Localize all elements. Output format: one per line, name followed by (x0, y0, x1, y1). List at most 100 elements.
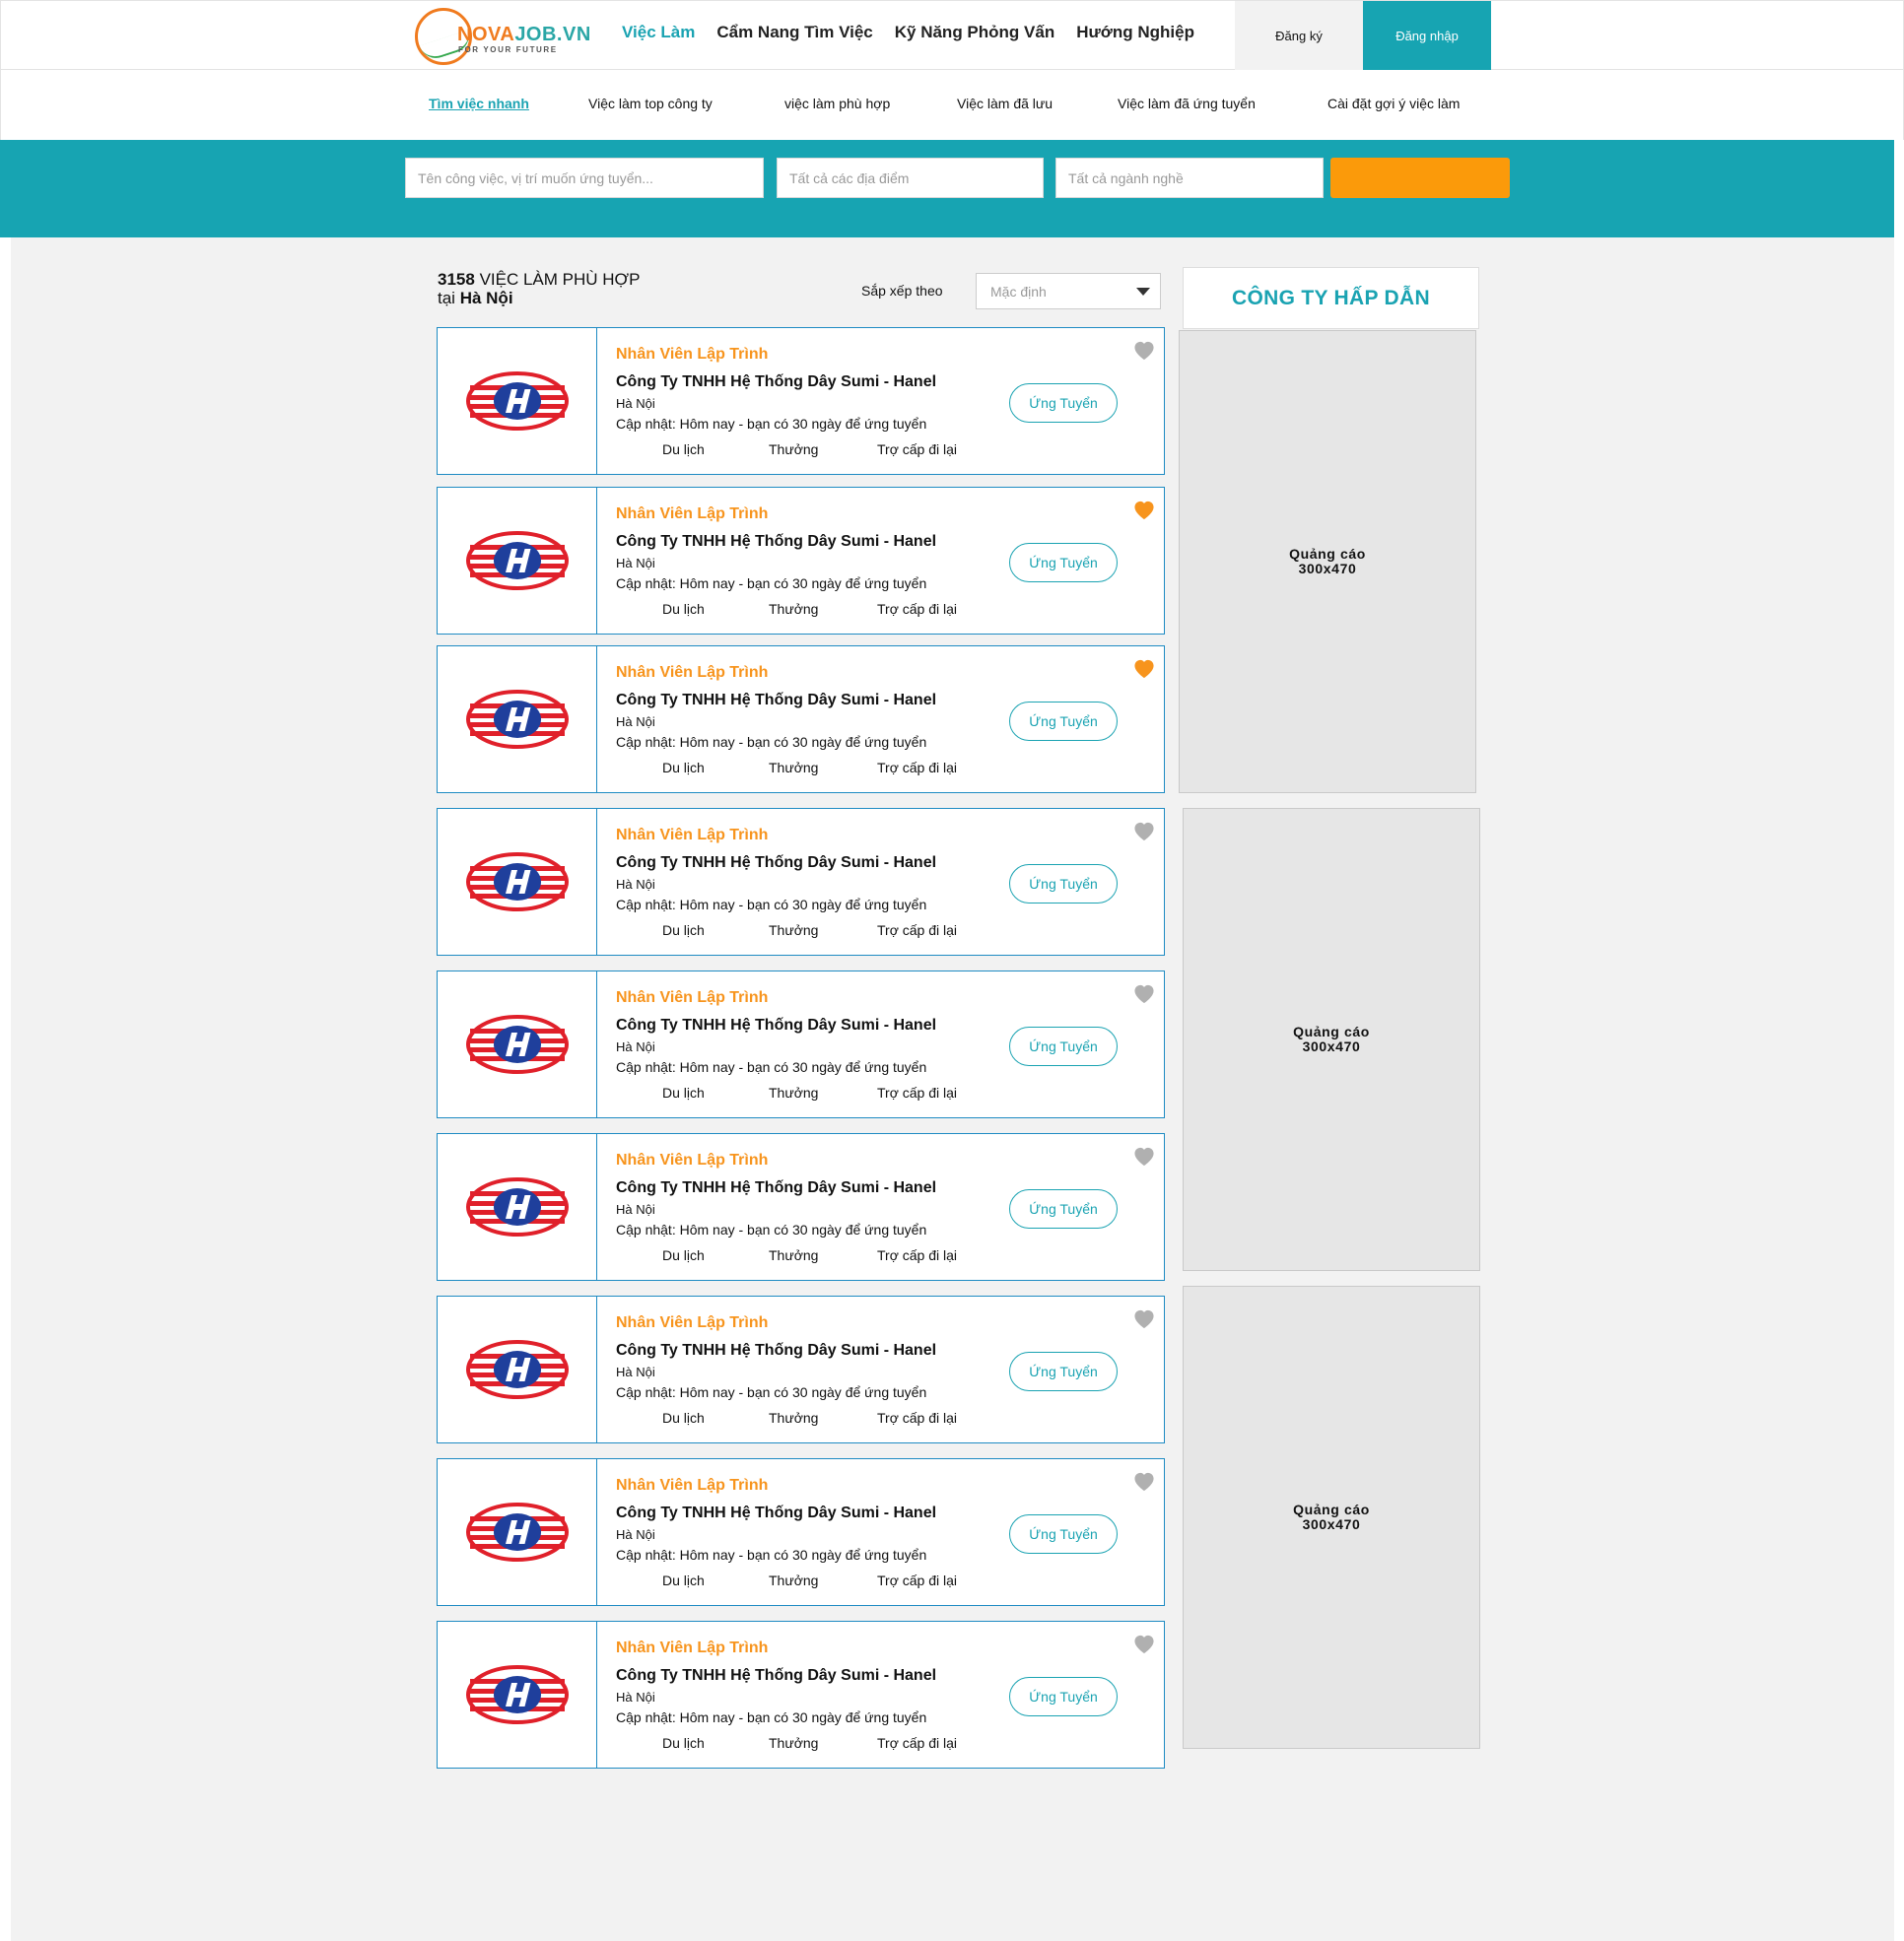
industry-select[interactable]: Tất cả ngành nghề (1055, 158, 1324, 198)
heart-icon[interactable] (1132, 1146, 1156, 1168)
subnav-suggestion-settings[interactable]: Cài đặt gợi ý việc làm (1327, 96, 1460, 111)
job-location: Hà Nội (616, 396, 655, 411)
heart-icon[interactable] (1132, 1634, 1156, 1655)
job-location: Hà Nội (616, 1202, 655, 1217)
heart-icon[interactable] (1132, 821, 1156, 842)
apply-button[interactable]: Ứng Tuyển (1009, 702, 1118, 741)
hanel-logo-icon (465, 531, 569, 590)
job-update-info: Cập nhật: Hôm nay - bạn có 30 ngày để ứn… (616, 1384, 927, 1400)
heart-icon[interactable] (1132, 658, 1156, 680)
hanel-logo-icon (465, 690, 569, 749)
subnav-saved-jobs[interactable]: Việc làm đã lưu (957, 96, 1053, 111)
ad-size: 300x470 (1298, 561, 1357, 576)
job-card[interactable]: Nhân Viên Lập Trình Công Ty TNHH Hệ Thống… (437, 487, 1165, 635)
sort-select-value: Mặc định (990, 283, 1047, 300)
job-benefits: Du lịch Thưởng Trợ cấp đi lại (438, 1573, 1167, 1592)
company-name[interactable]: Công Ty TNHH Hệ Thống Dây Sumi - Hanel (616, 1179, 936, 1197)
apply-button[interactable]: Ứng Tuyển (1009, 383, 1118, 423)
job-update-info: Cập nhật: Hôm nay - bạn có 30 ngày để ứn… (616, 1547, 927, 1563)
subnav-suitable-jobs[interactable]: việc làm phù hợp (784, 96, 890, 111)
heart-icon[interactable] (1132, 340, 1156, 362)
top-header: NOVAJOB.VN FOR YOUR FUTURE Việc Làm Cẩm … (0, 0, 1904, 71)
job-benefits: Du lịch Thưởng Trợ cấp đi lại (438, 1247, 1167, 1267)
job-title[interactable]: Nhân Viên Lập Trình (616, 346, 768, 364)
benefit-item: Thưởng (769, 1247, 819, 1263)
keyword-input[interactable]: Tên công việc, vị trí muốn ứng tuyển... (405, 158, 764, 198)
job-title[interactable]: Nhân Viên Lập Trình (616, 989, 768, 1007)
ad-slot-3[interactable]: Quảng cáo 300x470 (1183, 1286, 1480, 1749)
benefit-item: Trợ cấp đi lại (877, 441, 958, 457)
apply-button[interactable]: Ứng Tuyển (1009, 1352, 1118, 1391)
heart-icon[interactable] (1132, 1471, 1156, 1493)
job-title[interactable]: Nhân Viên Lập Trình (616, 1314, 768, 1332)
novajob-logo[interactable]: NOVAJOB.VN FOR YOUR FUTURE (415, 8, 590, 65)
company-name[interactable]: Công Ty TNHH Hệ Thống Dây Sumi - Hanel (616, 1505, 936, 1522)
apply-button[interactable]: Ứng Tuyển (1009, 1677, 1118, 1716)
location-select[interactable]: Tất cả các địa điểm (777, 158, 1044, 198)
hanel-logo-icon (465, 1177, 569, 1237)
job-title[interactable]: Nhân Viên Lập Trình (616, 1640, 768, 1657)
job-card[interactable]: Nhân Viên Lập Trình Công Ty TNHH Hệ Thống… (437, 1458, 1165, 1606)
job-card[interactable]: Nhân Viên Lập Trình Công Ty TNHH Hệ Thống… (437, 645, 1165, 793)
job-title[interactable]: Nhân Viên Lập Trình (616, 505, 768, 523)
company-name[interactable]: Công Ty TNHH Hệ Thống Dây Sumi - Hanel (616, 533, 936, 551)
sort-select[interactable]: Mặc định (976, 273, 1161, 309)
benefit-item: Du lịch (662, 441, 705, 457)
login-button[interactable]: Đăng nhập (1363, 1, 1491, 71)
benefit-item: Trợ cấp đi lại (877, 1247, 958, 1263)
job-update-info: Cập nhật: Hôm nay - bạn có 30 ngày để ứn… (616, 1709, 927, 1725)
benefit-item: Du lịch (662, 1085, 705, 1101)
apply-button[interactable]: Ứng Tuyển (1009, 1027, 1118, 1066)
nav-ky-nang[interactable]: Kỹ Năng Phỏng Vấn (895, 23, 1054, 42)
search-button[interactable] (1330, 158, 1510, 198)
heart-icon[interactable] (1132, 500, 1156, 521)
company-name[interactable]: Công Ty TNHH Hệ Thống Dây Sumi - Hanel (616, 373, 936, 391)
ad-size: 300x470 (1302, 1038, 1361, 1054)
hanel-logo-icon (465, 852, 569, 911)
register-button[interactable]: Đăng ký (1235, 1, 1363, 71)
company-name[interactable]: Công Ty TNHH Hệ Thống Dây Sumi - Hanel (616, 692, 936, 709)
nav-viec-lam[interactable]: Việc Làm (622, 23, 695, 42)
apply-button[interactable]: Ứng Tuyển (1009, 864, 1118, 904)
job-title[interactable]: Nhân Viên Lập Trình (616, 1477, 768, 1495)
job-location: Hà Nội (616, 1365, 655, 1379)
job-card[interactable]: Nhân Viên Lập Trình Công Ty TNHH Hệ Thống… (437, 1296, 1165, 1443)
heart-icon[interactable] (1132, 1308, 1156, 1330)
job-card[interactable]: Nhân Viên Lập Trình Công Ty TNHH Hệ Thống… (437, 1621, 1165, 1769)
benefit-item: Thưởng (769, 601, 819, 617)
job-card[interactable]: Nhân Viên Lập Trình Công Ty TNHH Hệ Thống… (437, 808, 1165, 956)
company-name[interactable]: Công Ty TNHH Hệ Thống Dây Sumi - Hanel (616, 1667, 936, 1685)
ad-slot-2[interactable]: Quảng cáo 300x470 (1183, 808, 1480, 1271)
company-name[interactable]: Công Ty TNHH Hệ Thống Dây Sumi - Hanel (616, 854, 936, 872)
job-title[interactable]: Nhân Viên Lập Trình (616, 664, 768, 682)
benefit-item: Trợ cấp đi lại (877, 922, 958, 938)
benefit-item: Trợ cấp đi lại (877, 1735, 958, 1751)
job-title[interactable]: Nhân Viên Lập Trình (616, 1152, 768, 1170)
job-benefits: Du lịch Thưởng Trợ cấp đi lại (438, 1735, 1167, 1755)
sort-label: Sắp xếp theo (861, 283, 943, 299)
subnav-quick-search[interactable]: Tìm việc nhanh (429, 96, 529, 111)
benefit-item: Thưởng (769, 1573, 819, 1588)
job-benefits: Du lịch Thưởng Trợ cấp đi lại (438, 601, 1167, 621)
job-card[interactable]: Nhân Viên Lập Trình Công Ty TNHH Hệ Thống… (437, 1133, 1165, 1281)
apply-button[interactable]: Ứng Tuyển (1009, 1514, 1118, 1554)
nav-cam-nang[interactable]: Cẩm Nang Tìm Việc (716, 23, 872, 42)
logo-text-nova: NOVA (457, 24, 515, 45)
subnav-applied-jobs[interactable]: Việc làm đã ứng tuyển (1118, 96, 1256, 111)
job-card[interactable]: Nhân Viên Lập Trình Công Ty TNHH Hệ Thống… (437, 327, 1165, 475)
apply-button[interactable]: Ứng Tuyển (1009, 1189, 1118, 1229)
subnav-top-company[interactable]: Việc làm top công ty (588, 96, 713, 111)
ad-slot-1[interactable]: Quảng cáo 300x470 (1179, 330, 1476, 793)
result-count-label: VIỆC LÀM PHÙ HỢP (479, 270, 641, 289)
job-title[interactable]: Nhân Viên Lập Trình (616, 827, 768, 844)
job-card[interactable]: Nhân Viên Lập Trình Công Ty TNHH Hệ Thống… (437, 970, 1165, 1118)
company-name[interactable]: Công Ty TNHH Hệ Thống Dây Sumi - Hanel (616, 1342, 936, 1360)
job-benefits: Du lịch Thưởng Trợ cấp đi lại (438, 1085, 1167, 1104)
company-name[interactable]: Công Ty TNHH Hệ Thống Dây Sumi - Hanel (616, 1017, 936, 1035)
job-update-info: Cập nhật: Hôm nay - bạn có 30 ngày để ứn… (616, 1059, 927, 1075)
job-location: Hà Nội (616, 556, 655, 570)
nav-huong-nghiep[interactable]: Hướng Nghiệp (1076, 23, 1194, 42)
heart-icon[interactable] (1132, 983, 1156, 1005)
apply-button[interactable]: Ứng Tuyển (1009, 543, 1118, 582)
result-location-prefix: tại (438, 289, 455, 307)
